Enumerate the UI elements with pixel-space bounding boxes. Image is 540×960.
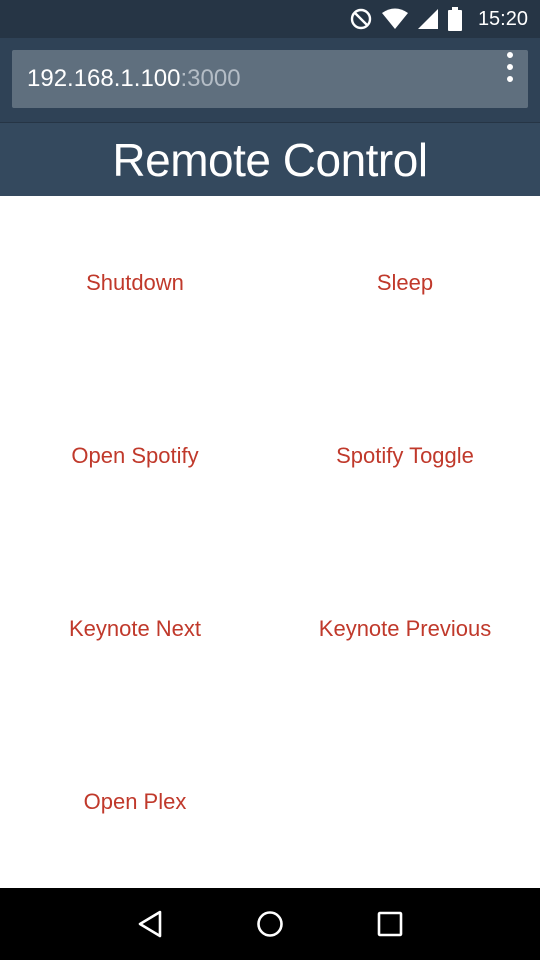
open-spotify-button[interactable]: Open Spotify (0, 369, 270, 542)
page-title: Remote Control (112, 133, 428, 186)
open-plex-button[interactable]: Open Plex (0, 715, 270, 888)
back-icon[interactable] (130, 904, 170, 944)
status-time: 15:20 (477, 7, 528, 30)
sleep-button[interactable]: Sleep (270, 196, 540, 369)
url-bar[interactable]: 192.168.1.100:3000 (12, 50, 528, 108)
browser-toolbar: 192.168.1.100:3000 (0, 38, 540, 122)
more-vertical-icon[interactable] (500, 52, 520, 82)
url-host: 192.168.1.100 (27, 65, 181, 92)
spotify-toggle-button[interactable]: Spotify Toggle (270, 369, 540, 542)
signal-icon (417, 8, 438, 30)
navigation-bar (0, 888, 540, 960)
wifi-icon (381, 8, 408, 30)
page-header: Remote Control (0, 122, 540, 196)
shutdown-button[interactable]: Shutdown (0, 196, 270, 369)
url-port: :3000 (180, 65, 241, 92)
status-bar: 15:20 (0, 0, 540, 38)
battery-icon (447, 7, 462, 31)
do-not-disturb-icon (350, 8, 372, 30)
button-grid: Shutdown Sleep Open Spotify Spotify Togg… (0, 196, 540, 888)
home-icon[interactable] (250, 904, 290, 944)
keynote-next-button[interactable]: Keynote Next (0, 542, 270, 715)
keynote-previous-button[interactable]: Keynote Previous (270, 542, 540, 715)
recents-icon[interactable] (370, 904, 410, 944)
